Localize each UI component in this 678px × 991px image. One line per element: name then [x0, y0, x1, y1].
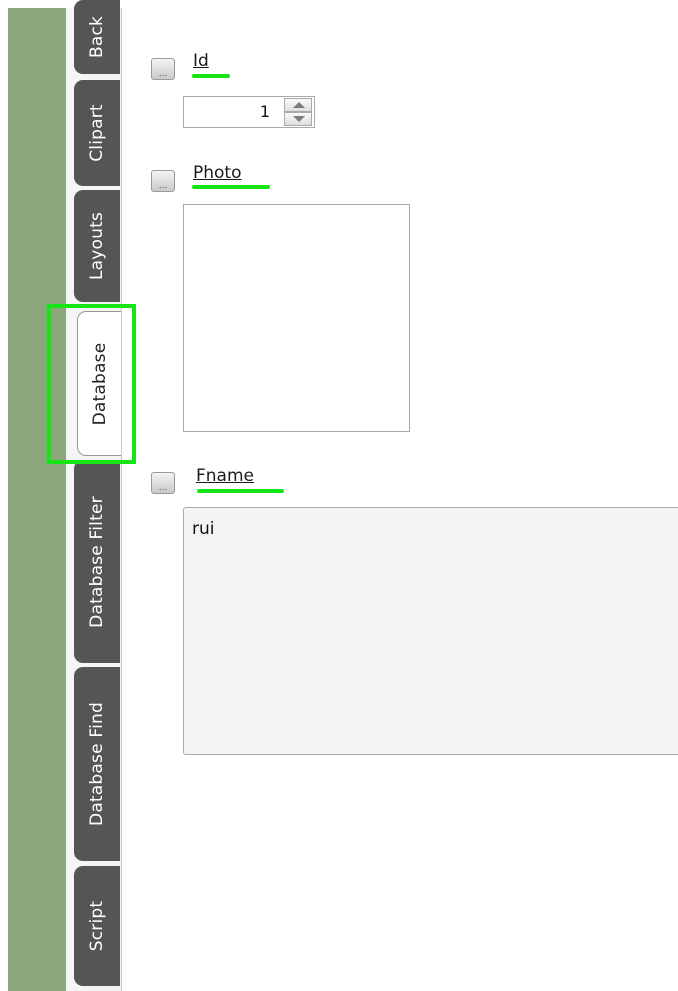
id-spinbox[interactable]: 1: [183, 96, 315, 128]
tab-database-find-label: Database Find: [87, 702, 107, 826]
fname-label-highlight: [197, 489, 284, 493]
fname-textarea[interactable]: rui: [183, 507, 678, 755]
id-label-highlight: [192, 74, 230, 78]
sidebar-green-panel: [8, 8, 66, 991]
tab-back[interactable]: Back: [74, 0, 120, 74]
tab-layouts[interactable]: Layouts: [74, 190, 120, 302]
tab-clipart[interactable]: Clipart: [74, 80, 120, 186]
spin-up-arrow-icon[interactable]: [284, 98, 312, 112]
photo-field-toggle-button[interactable]: ...: [151, 170, 175, 192]
tab-back-label: Back: [87, 15, 107, 59]
fname-field-label: Fname: [196, 466, 254, 486]
id-field-label: Id: [193, 51, 209, 71]
id-value: 1: [259, 102, 270, 121]
tab-database-filter[interactable]: Database Filter: [74, 460, 120, 663]
tab-script[interactable]: Script: [74, 866, 120, 986]
tab-database[interactable]: Database: [77, 311, 121, 456]
id-field-toggle-button[interactable]: ...: [151, 58, 175, 80]
fname-field-toggle-button[interactable]: ...: [151, 472, 175, 494]
tab-script-label: Script: [87, 900, 107, 952]
tab-database-find[interactable]: Database Find: [74, 667, 120, 861]
tab-clipart-label: Clipart: [87, 104, 107, 162]
id-spin-buttons: [284, 98, 312, 126]
photo-label-highlight: [192, 185, 270, 189]
spin-down-arrow-icon[interactable]: [284, 112, 312, 126]
tab-layouts-label: Layouts: [87, 211, 107, 281]
tab-database-label: Database: [89, 342, 110, 425]
photo-field-label: Photo: [193, 163, 242, 183]
tab-database-filter-label: Database Filter: [87, 495, 107, 628]
photo-image-box[interactable]: [183, 204, 410, 432]
